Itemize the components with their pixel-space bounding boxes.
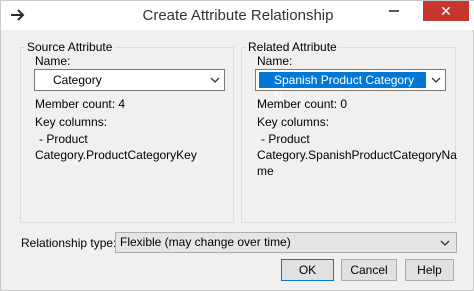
title-bar: Create Attribute Relationship ✕ bbox=[1, 1, 474, 30]
minimize-icon bbox=[389, 10, 399, 12]
source-key-line-2: Category.ProductCategoryKey bbox=[35, 148, 197, 162]
minimize-button[interactable] bbox=[380, 1, 408, 21]
related-name-label: Name: bbox=[257, 54, 293, 68]
chevron-down-icon bbox=[431, 77, 441, 83]
related-key-line-1: - Product bbox=[261, 132, 310, 146]
ok-button[interactable]: OK bbox=[281, 259, 334, 281]
related-key-line-2: Category.SpanishProductCategoryNa bbox=[257, 148, 457, 162]
help-button[interactable]: Help bbox=[405, 259, 454, 281]
relationship-type-select[interactable]: Flexible (may change over time) bbox=[115, 232, 457, 253]
related-name-combo[interactable]: Spanish Product Category N... bbox=[255, 69, 446, 103]
source-key-columns-label: Key columns: bbox=[35, 115, 108, 129]
close-icon: ✕ bbox=[440, 3, 452, 19]
relationship-type-label: Relationship type: bbox=[21, 236, 117, 250]
source-key-line-1: - Product bbox=[39, 132, 88, 146]
close-button[interactable]: ✕ bbox=[423, 1, 469, 21]
related-member-count: Member count: 0 bbox=[257, 97, 348, 111]
source-member-count: Member count: 4 bbox=[35, 97, 126, 111]
create-attribute-relationship-dialog: Create Attribute Relationship ✕ Source A… bbox=[0, 0, 474, 291]
related-attribute-label: Related Attribute bbox=[246, 40, 339, 54]
chevron-down-icon bbox=[440, 240, 450, 246]
related-key-columns-label: Key columns: bbox=[257, 115, 330, 129]
cancel-button[interactable]: Cancel bbox=[341, 259, 397, 281]
related-name-value: Spanish Product Category N... bbox=[274, 73, 415, 103]
relationship-type-value: Flexible (may change over time) bbox=[120, 235, 291, 249]
source-attribute-label: Source Attribute bbox=[25, 40, 115, 54]
chevron-down-icon bbox=[210, 77, 220, 83]
related-key-line-3: me bbox=[257, 164, 274, 178]
source-name-value: Category bbox=[53, 73, 102, 87]
source-name-combo[interactable]: Category bbox=[34, 69, 225, 91]
related-name-selection: Spanish Product Category N... bbox=[259, 72, 426, 103]
source-name-label: Name: bbox=[35, 54, 71, 68]
